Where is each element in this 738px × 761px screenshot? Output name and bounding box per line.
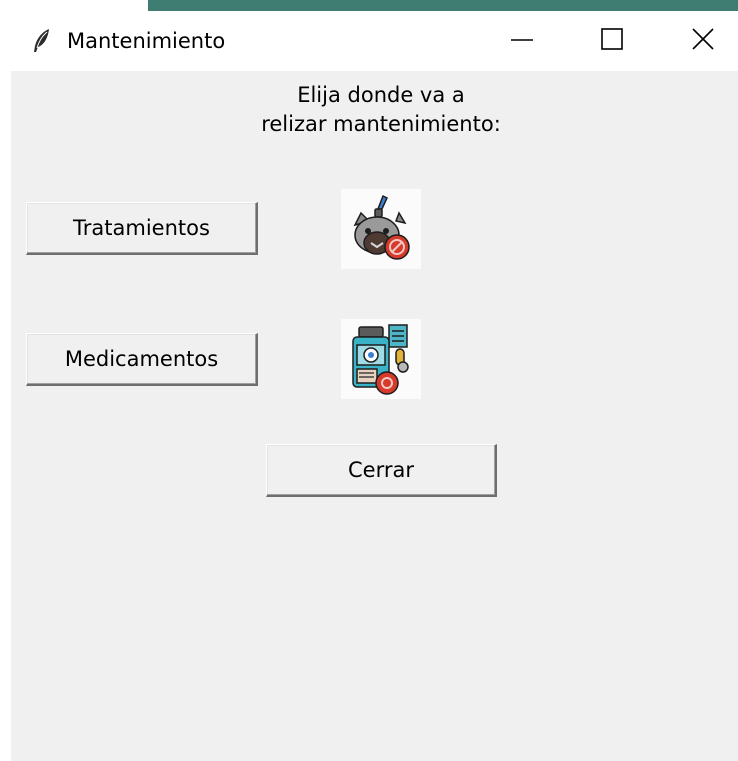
medicamentos-button[interactable]: Medicamentos [26,333,258,386]
maintenance-window: Mantenimiento Elija donde va a relizar m… [0,11,738,761]
minimize-icon [510,27,534,55]
minimize-button[interactable] [487,11,557,71]
maximize-icon [600,27,624,55]
medicine-bottle-icon [341,319,421,399]
close-icon [691,27,715,55]
client-area: Elija donde va a relizar mantenimiento: … [11,71,738,761]
window-title: Mantenimiento [67,29,226,53]
pet-treatment-icon [341,189,421,269]
title-bar[interactable]: Mantenimiento [0,11,738,71]
tratamientos-button[interactable]: Tratamientos [26,202,258,255]
prompt-line-1: Elija donde va a [297,83,465,107]
close-button[interactable] [668,11,738,71]
prompt-line-2: relizar mantenimiento: [261,112,501,136]
cerrar-button[interactable]: Cerrar [266,444,497,497]
prompt-label: Elija donde va a relizar mantenimiento: [11,81,738,139]
taskbar-accent-strip [148,0,738,11]
maximize-button[interactable] [577,11,647,71]
feather-icon [30,28,54,54]
taskbar-strip-left [0,0,148,11]
